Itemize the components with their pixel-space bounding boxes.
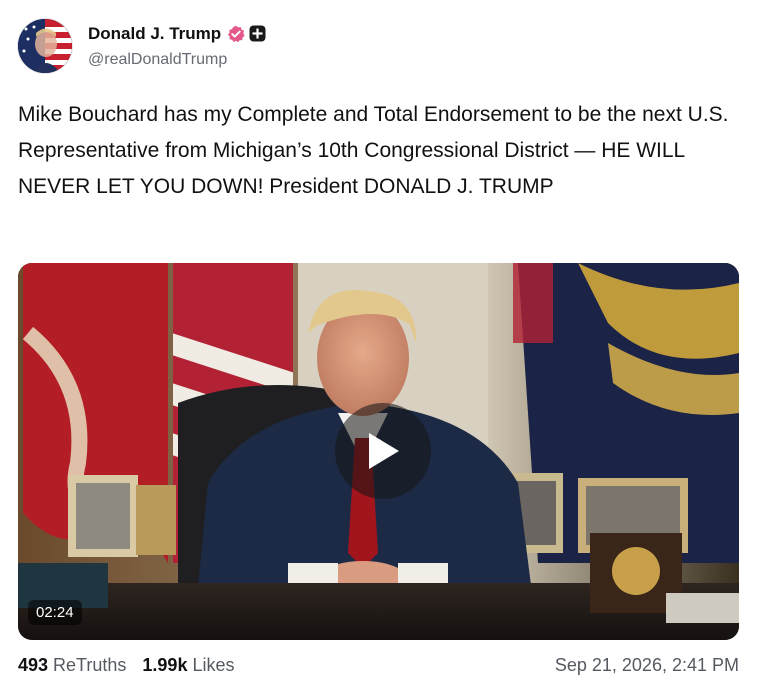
likes-label: Likes (192, 655, 235, 675)
post-header: Donald J. Trump @realDonaldTrump (18, 14, 266, 78)
plus-badge-icon (249, 25, 266, 42)
likes-stat[interactable]: 1.99k Likes (142, 655, 234, 676)
name-row: Donald J. Trump (88, 24, 266, 44)
author-handle[interactable]: @realDonaldTrump (88, 51, 266, 69)
video-duration: 02:24 (28, 600, 82, 625)
verified-badge-icon (227, 25, 245, 43)
flag-portrait-avatar-icon (18, 19, 72, 73)
retruths-label: ReTruths (53, 655, 127, 675)
retruths-count: 493 (18, 655, 49, 675)
likes-count: 1.99k (142, 655, 188, 675)
author-info: Donald J. Trump @realDonaldTrump (88, 24, 266, 69)
video-player[interactable]: 02:24 (18, 263, 739, 640)
avatar[interactable] (18, 19, 72, 73)
retruths-stat[interactable]: 493 ReTruths (18, 655, 126, 676)
post-text: Mike Bouchard has my Complete and Total … (18, 103, 729, 198)
post-timestamp[interactable]: Sep 21, 2026, 2:41 PM (555, 655, 739, 676)
play-button[interactable] (335, 403, 431, 499)
author-display-name[interactable]: Donald J. Trump (88, 24, 221, 44)
post-stats: 493 ReTruths 1.99k Likes Sep 21, 2026, 2… (18, 655, 739, 676)
play-icon (369, 433, 399, 469)
